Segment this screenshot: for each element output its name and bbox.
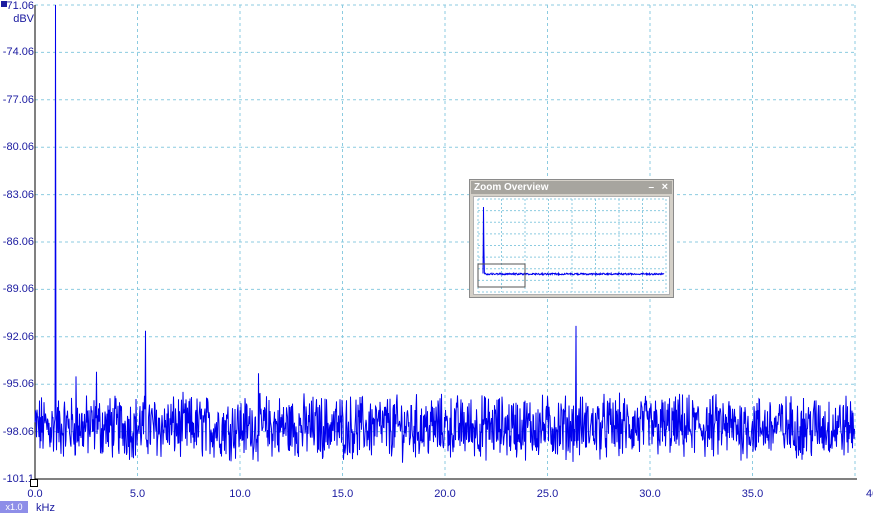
origin-marker[interactable] (30, 479, 38, 487)
x-tick-label: 30.0 (639, 488, 661, 500)
y-tick-label: -89.06 (2, 283, 34, 296)
y-tick-label: -101.1 (2, 473, 34, 485)
x-axis-unit: kHz (36, 502, 55, 514)
y-tick-label: -95.06 (2, 378, 34, 391)
y-tick-label: -74.06 (2, 46, 34, 59)
y-tick-label: -71.06 (2, 0, 34, 12)
x-tick-label: 35.0 (741, 488, 764, 500)
spectrum-plot (34, 4, 857, 480)
zoom-overview-trace (482, 206, 665, 277)
x-tick-label: 15.0 (331, 488, 354, 500)
grid-lines (34, 4, 856, 480)
y-tick-label: -80.06 (2, 141, 34, 154)
x-tick-label: 10.0 (229, 488, 251, 500)
y-tick-label: -98.06 (2, 425, 34, 438)
x-tick-label: 25.0 (536, 488, 559, 500)
x-tick-label: 40 (866, 488, 873, 500)
minimize-icon[interactable]: – (648, 181, 654, 194)
zoom-overview-plot (477, 198, 667, 293)
zoom-overview-title: Zoom Overview (474, 182, 549, 193)
y-tick-label: -92.06 (2, 330, 34, 343)
x-tick-label: 5.0 (129, 488, 146, 500)
zoom-overview-window[interactable]: Zoom Overview – × (469, 179, 674, 298)
zoom-factor-badge[interactable]: x1.0 (0, 501, 28, 513)
zoom-overview-titlebar[interactable]: Zoom Overview – × (471, 181, 672, 194)
close-icon[interactable]: × (662, 181, 668, 194)
zoom-overview-canvas[interactable] (473, 196, 670, 295)
y-tick-label: -83.06 (2, 188, 34, 201)
x-tick-label: 20.0 (434, 488, 456, 500)
x-tick-label: 0.0 (27, 488, 43, 500)
y-tick-label: -77.06 (2, 93, 34, 106)
y-tick-label: -86.06 (2, 236, 34, 248)
y-axis-unit: dBV (13, 13, 34, 25)
zoom-overview-grid (477, 198, 667, 293)
